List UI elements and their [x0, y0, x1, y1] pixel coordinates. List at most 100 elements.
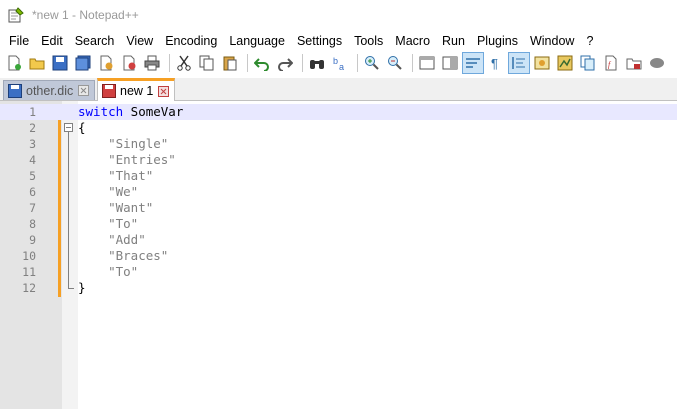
redo-icon [278, 58, 293, 71]
svg-text:b: b [333, 56, 338, 66]
folder-as-workspace-button[interactable] [624, 53, 644, 73]
sync-vertical-button[interactable] [417, 53, 437, 73]
code-line[interactable]: 5 "That" [0, 168, 677, 184]
editor[interactable]: 1 switch SomeVar 2 { 3 "Single" 4 "Entri… [0, 101, 677, 409]
word-wrap-icon [466, 58, 480, 68]
toolbar-separator [247, 54, 248, 72]
code-text: "We" [78, 184, 139, 199]
saved-file-icon [8, 83, 22, 98]
find-button[interactable] [307, 53, 327, 73]
replace-button[interactable]: ba [330, 53, 350, 73]
menu-bar: File Edit Search View Encoding Language … [0, 31, 677, 50]
pilcrow-icon: ¶ [491, 56, 498, 71]
menu-encoding[interactable]: Encoding [159, 34, 223, 48]
print-button[interactable] [142, 53, 162, 73]
code-line[interactable]: 12 } [0, 280, 677, 296]
menu-search[interactable]: Search [69, 34, 121, 48]
code-line[interactable]: 11 "To" [0, 264, 677, 280]
folder-workspace-icon [626, 58, 642, 70]
close-tab-icon[interactable] [158, 85, 169, 97]
menu-help[interactable]: ? [580, 34, 599, 48]
save-button[interactable] [50, 53, 70, 73]
redo-button[interactable] [275, 53, 295, 73]
show-all-characters-button[interactable]: ¶ [486, 53, 506, 73]
tab-other-dic[interactable]: other.dic [3, 80, 95, 100]
document-list-icon [580, 55, 595, 71]
line-number: 11 [22, 265, 36, 279]
new-file-button[interactable] [4, 53, 24, 73]
indent-guide-icon [512, 57, 525, 69]
undo-button[interactable] [252, 53, 272, 73]
close-all-icon [123, 55, 136, 71]
menu-view[interactable]: View [120, 34, 159, 48]
menu-edit[interactable]: Edit [35, 34, 69, 48]
toolbar-separator [302, 54, 303, 72]
menu-run[interactable]: Run [436, 34, 471, 48]
toolbar-separator [357, 54, 358, 72]
menu-language[interactable]: Language [223, 34, 291, 48]
close-file-button[interactable] [96, 53, 116, 73]
code-text: "Want" [78, 200, 154, 215]
code-line[interactable]: 6 "We" [0, 184, 677, 200]
code-line[interactable]: 4 "Entries" [0, 152, 677, 168]
code-text: "That" [78, 168, 154, 183]
menu-plugins[interactable]: Plugins [471, 34, 524, 48]
notepad-plus-plus-icon [8, 7, 24, 23]
tab-label: new 1 [120, 84, 154, 98]
user-defined-language-button[interactable] [532, 53, 552, 73]
menu-settings[interactable]: Settings [291, 34, 348, 48]
code-line[interactable]: 3 "Single" [0, 136, 677, 152]
toolbar: ba ¶ f [0, 51, 677, 75]
line-number: 2 [29, 121, 36, 135]
sync-vertical-icon [419, 56, 435, 70]
binoculars-icon [310, 60, 324, 69]
sync-horizontal-button[interactable] [440, 53, 460, 73]
replace-icon: ba [333, 56, 344, 71]
close-tab-icon[interactable] [78, 85, 89, 96]
line-number: 12 [22, 281, 36, 295]
zoom-out-icon [388, 56, 402, 70]
keyword: switch [78, 104, 124, 119]
code-text: { [78, 120, 86, 135]
indent-guide-button[interactable] [508, 52, 530, 74]
paste-button[interactable] [220, 53, 240, 73]
fold-end-marker [68, 288, 74, 289]
zoom-in-button[interactable] [362, 53, 382, 73]
close-file-icon [100, 55, 113, 71]
code-line[interactable]: 8 "To" [0, 216, 677, 232]
tab-label: other.dic [26, 83, 74, 98]
close-all-button[interactable] [119, 53, 139, 73]
code-line[interactable]: 9 "Add" [0, 232, 677, 248]
menu-window[interactable]: Window [524, 34, 580, 48]
open-folder-icon [29, 58, 45, 70]
window-title: *new 1 - Notepad++ [32, 8, 139, 22]
svg-text:a: a [339, 62, 344, 71]
function-list-button[interactable]: f [601, 53, 621, 73]
line-number: 8 [29, 217, 36, 231]
word-wrap-button[interactable] [462, 52, 484, 74]
tab-new-1[interactable]: new 1 [97, 78, 175, 101]
menu-file[interactable]: File [0, 34, 35, 48]
code-line[interactable]: 7 "Want" [0, 200, 677, 216]
document-list-button[interactable] [578, 53, 598, 73]
tab-bar: other.dic new 1 [0, 78, 677, 101]
undo-icon [254, 58, 269, 71]
document-map-icon [557, 55, 573, 71]
sync-horizontal-icon [442, 56, 458, 70]
zoom-out-button[interactable] [385, 53, 405, 73]
code-line[interactable]: 10 "Braces" [0, 248, 677, 264]
document-map-button[interactable] [555, 53, 575, 73]
line-number: 6 [29, 185, 36, 199]
cut-button[interactable] [174, 53, 194, 73]
code-line[interactable]: 1 switch SomeVar [0, 104, 677, 120]
menu-tools[interactable]: Tools [348, 34, 389, 48]
menu-macro[interactable]: Macro [389, 34, 436, 48]
line-number: 5 [29, 169, 36, 183]
code-line[interactable]: 2 { [0, 120, 677, 136]
record-macro-button[interactable] [647, 53, 667, 73]
line-number: 4 [29, 153, 36, 167]
open-file-button[interactable] [27, 53, 47, 73]
copy-button[interactable] [197, 53, 217, 73]
save-all-button[interactable] [73, 53, 93, 73]
fold-toggle-icon[interactable] [64, 123, 73, 132]
